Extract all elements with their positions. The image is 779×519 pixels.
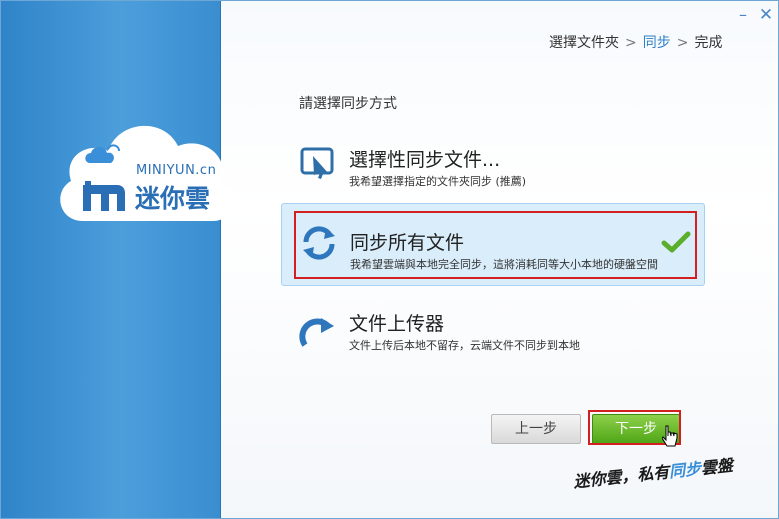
slogan-part2: 同步	[668, 459, 702, 482]
brand-sidebar: MINIYUN.cn 迷你雲	[1, 1, 234, 518]
logo-text-en: MINIYUN.cn	[136, 163, 217, 178]
option-desc: 我希望選擇指定的文件夾同步 (推薦)	[349, 175, 527, 188]
option-desc: 文件上传后本地不留存，云端文件不同步到本地	[349, 339, 580, 352]
upload-arrow-icon	[299, 318, 334, 347]
breadcrumb-step-sync: 同步	[642, 35, 671, 51]
option-file-uploader[interactable]: 文件上传器 文件上传后本地不留存，云端文件不同步到本地	[281, 301, 705, 381]
breadcrumb-step-done: 完成	[694, 35, 723, 51]
option-sync-all[interactable]: 同步所有文件 我希望雲端與本地完全同步，這將消耗同等大小本地的硬盤空間	[281, 203, 705, 286]
minimize-button[interactable]: –	[735, 7, 751, 23]
breadcrumb: 選擇文件夾 > 同步 > 完成	[549, 32, 722, 52]
option-desc: 我希望雲端與本地完全同步，這將消耗同等大小本地的硬盤空間	[350, 258, 658, 271]
breadcrumb-separator: >	[676, 35, 689, 51]
mouse-cursor-icon	[662, 425, 678, 447]
select-cursor-icon	[300, 147, 334, 179]
option-title: 同步所有文件	[350, 232, 465, 254]
checkmark-icon	[661, 231, 691, 253]
close-button[interactable]: ✕	[758, 7, 774, 24]
breadcrumb-separator: >	[625, 35, 637, 51]
logo-text-cn: 迷你雲	[135, 184, 211, 213]
brand-slogan: 迷你雲，私有同步雲盤	[572, 452, 734, 493]
sync-arrows-icon	[303, 226, 335, 260]
m-logo-icon	[83, 181, 125, 211]
slogan-part1: 迷你雲，私有	[572, 462, 671, 492]
sync-wizard-window: MINIYUN.cn 迷你雲 – ✕ 選擇文件夾 > 同步 > 完成 請選擇同步方式 選…	[0, 0, 779, 519]
option-selective-sync[interactable]: 選擇性同步文件... 我希望選擇指定的文件夾同步 (推薦)	[281, 133, 705, 213]
option-title: 文件上传器	[349, 313, 445, 335]
breadcrumb-step-select-folder: 選擇文件夾	[549, 35, 619, 51]
previous-step-button[interactable]: 上一步	[491, 414, 581, 444]
option-title: 選擇性同步文件...	[349, 149, 501, 171]
slogan-part3: 雲盤	[699, 455, 734, 478]
sync-mode-prompt: 請選擇同步方式	[299, 96, 397, 112]
